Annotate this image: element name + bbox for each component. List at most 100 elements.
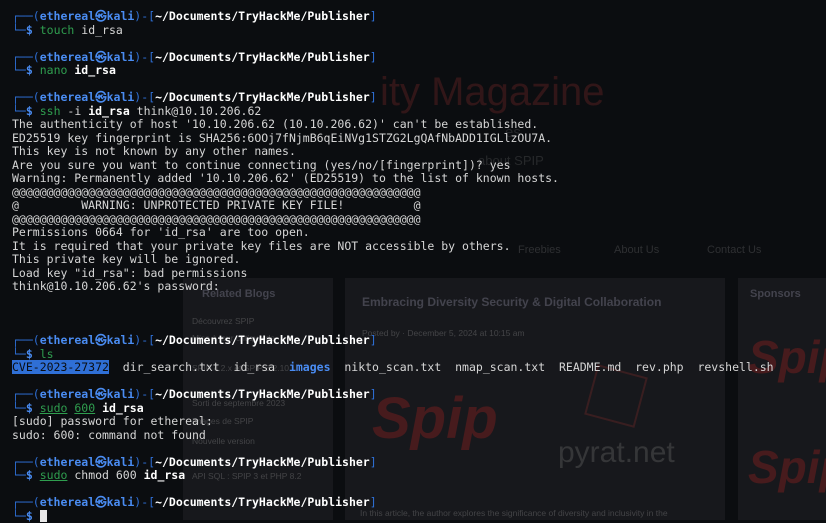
blank-line xyxy=(12,375,822,389)
prompt-dollar: $ xyxy=(26,468,40,482)
command-line: └─$ ssh -i id_rsa think@10.10.206.62 xyxy=(12,105,822,119)
prompt-frame: ┌──( xyxy=(12,50,40,64)
output-line: Load key "id_rsa": bad permissions xyxy=(12,267,822,281)
output-line: @@@@@@@@@@@@@@@@@@@@@@@@@@@@@@@@@@@@@@@@… xyxy=(12,186,822,200)
output-line: This private key will be ignored. xyxy=(12,253,822,267)
command-token: id_rsa xyxy=(144,468,186,482)
output-line: The authenticity of host '10.10.206.62 (… xyxy=(12,118,822,132)
prompt-dollar: $ xyxy=(26,347,40,361)
prompt-user: ethereal xyxy=(40,90,95,104)
output-line xyxy=(12,294,822,308)
prompt-path: ~/Documents/TryHackMe/Publisher xyxy=(155,9,370,23)
prompt-at-symbol: ㉿ xyxy=(95,90,107,104)
prompt-path: ~/Documents/TryHackMe/Publisher xyxy=(155,455,370,469)
prompt-path: ~/Documents/TryHackMe/Publisher xyxy=(155,495,370,509)
prompt-path: ~/Documents/TryHackMe/Publisher xyxy=(155,90,370,104)
prompt-header: ┌──(ethereal㉿kali)-[~/Documents/TryHackM… xyxy=(12,496,822,510)
prompt-at-symbol: ㉿ xyxy=(95,9,107,23)
prompt-host: kali xyxy=(107,387,135,401)
output-line: It is required that your private key fil… xyxy=(12,240,822,254)
prompt-host: kali xyxy=(107,50,135,64)
prompt-frame: )-[ xyxy=(134,9,155,23)
prompt-frame: )-[ xyxy=(134,455,155,469)
command-token: sudo xyxy=(40,468,68,482)
prompt-frame: ┌──( xyxy=(12,455,40,469)
prompt-host: kali xyxy=(107,495,135,509)
command-line: └─$ sudo 600 id_rsa xyxy=(12,402,822,416)
prompt-frame: ┌──( xyxy=(12,495,40,509)
prompt-at-symbol: ㉿ xyxy=(95,387,107,401)
output-line: Permissions 0664 for 'id_rsa' are too op… xyxy=(12,226,822,240)
command-token: chmod 600 xyxy=(67,468,143,482)
terminal-output[interactable]: ┌──(ethereal㉿kali)-[~/Documents/TryHackM… xyxy=(12,10,822,523)
output-line: think@10.10.206.62's password: xyxy=(12,280,822,294)
prompt-user: ethereal xyxy=(40,455,95,469)
command-line[interactable]: └─$ xyxy=(12,510,822,523)
prompt-dollar: $ xyxy=(26,104,40,118)
prompt-frame: ] xyxy=(370,495,377,509)
prompt-dollar: $ xyxy=(26,23,40,37)
prompt-frame: └─ xyxy=(12,63,26,77)
prompt-frame: ┌──( xyxy=(12,9,40,23)
prompt-frame: ┌──( xyxy=(12,333,40,347)
prompt-at-symbol: ㉿ xyxy=(95,455,107,469)
ls-output-line: CVE-2023-27372 dir_search.txt id_rsa ima… xyxy=(12,361,822,375)
prompt-at-symbol: ㉿ xyxy=(95,495,107,509)
file-entry: nikto_scan.txt nmap_scan.txt README.md r… xyxy=(331,360,774,374)
command-token: id_rsa xyxy=(74,23,122,37)
prompt-header: ┌──(ethereal㉿kali)-[~/Documents/TryHackM… xyxy=(12,10,822,24)
output-line: ED25519 key fingerprint is SHA256:6OOj7f… xyxy=(12,132,822,146)
prompt-frame: └─ xyxy=(12,468,26,482)
prompt-header: ┌──(ethereal㉿kali)-[~/Documents/TryHackM… xyxy=(12,456,822,470)
prompt-user: ethereal xyxy=(40,50,95,64)
prompt-frame: )-[ xyxy=(134,387,155,401)
blank-line xyxy=(12,37,822,51)
command-token: sudo xyxy=(40,401,68,415)
command-token: id_rsa xyxy=(102,401,144,415)
blank-line xyxy=(12,483,822,497)
blank-line xyxy=(12,78,822,92)
directory-entry: images xyxy=(289,360,331,374)
command-token: nano xyxy=(40,63,68,77)
prompt-frame: ] xyxy=(370,455,377,469)
prompt-frame: └─ xyxy=(12,104,26,118)
prompt-path: ~/Documents/TryHackMe/Publisher xyxy=(155,50,370,64)
prompt-header: ┌──(ethereal㉿kali)-[~/Documents/TryHackM… xyxy=(12,51,822,65)
output-line: sudo: 600: command not found xyxy=(12,429,822,443)
output-line: @@@@@@@@@@@@@@@@@@@@@@@@@@@@@@@@@@@@@@@@… xyxy=(12,213,822,227)
blank-line xyxy=(12,442,822,456)
command-token: -i xyxy=(61,104,89,118)
prompt-host: kali xyxy=(107,333,135,347)
text-cursor[interactable] xyxy=(40,510,47,522)
prompt-header: ┌──(ethereal㉿kali)-[~/Documents/TryHackM… xyxy=(12,91,822,105)
output-line: Are you sure you want to continue connec… xyxy=(12,159,822,173)
command-token: ssh xyxy=(40,104,61,118)
command-line: └─$ nano id_rsa xyxy=(12,64,822,78)
prompt-dollar: $ xyxy=(26,509,40,523)
blank-line xyxy=(12,321,822,335)
prompt-host: kali xyxy=(107,9,135,23)
prompt-host: kali xyxy=(107,455,135,469)
prompt-frame: ] xyxy=(370,387,377,401)
command-token: touch xyxy=(40,23,75,37)
prompt-user: ethereal xyxy=(40,333,95,347)
prompt-frame: )-[ xyxy=(134,50,155,64)
command-line: └─$ touch id_rsa xyxy=(12,24,822,38)
output-line: [sudo] password for ethereal: xyxy=(12,415,822,429)
prompt-frame: )-[ xyxy=(134,90,155,104)
prompt-dollar: $ xyxy=(26,63,40,77)
command-line: └─$ sudo chmod 600 id_rsa xyxy=(12,469,822,483)
prompt-path: ~/Documents/TryHackMe/Publisher xyxy=(155,333,370,347)
prompt-header: ┌──(ethereal㉿kali)-[~/Documents/TryHackM… xyxy=(12,334,822,348)
output-line: @ WARNING: UNPROTECTED PRIVATE KEY FILE!… xyxy=(12,199,822,213)
output-line: Warning: Permanently added '10.10.206.62… xyxy=(12,172,822,186)
prompt-frame: ] xyxy=(370,333,377,347)
prompt-frame: └─ xyxy=(12,509,26,523)
command-line: └─$ ls xyxy=(12,348,822,362)
prompt-frame: ┌──( xyxy=(12,387,40,401)
prompt-dollar: $ xyxy=(26,401,40,415)
prompt-frame: ] xyxy=(370,9,377,23)
prompt-user: ethereal xyxy=(40,495,95,509)
command-token: think@10.10.206.62 xyxy=(130,104,262,118)
prompt-user: ethereal xyxy=(40,9,95,23)
